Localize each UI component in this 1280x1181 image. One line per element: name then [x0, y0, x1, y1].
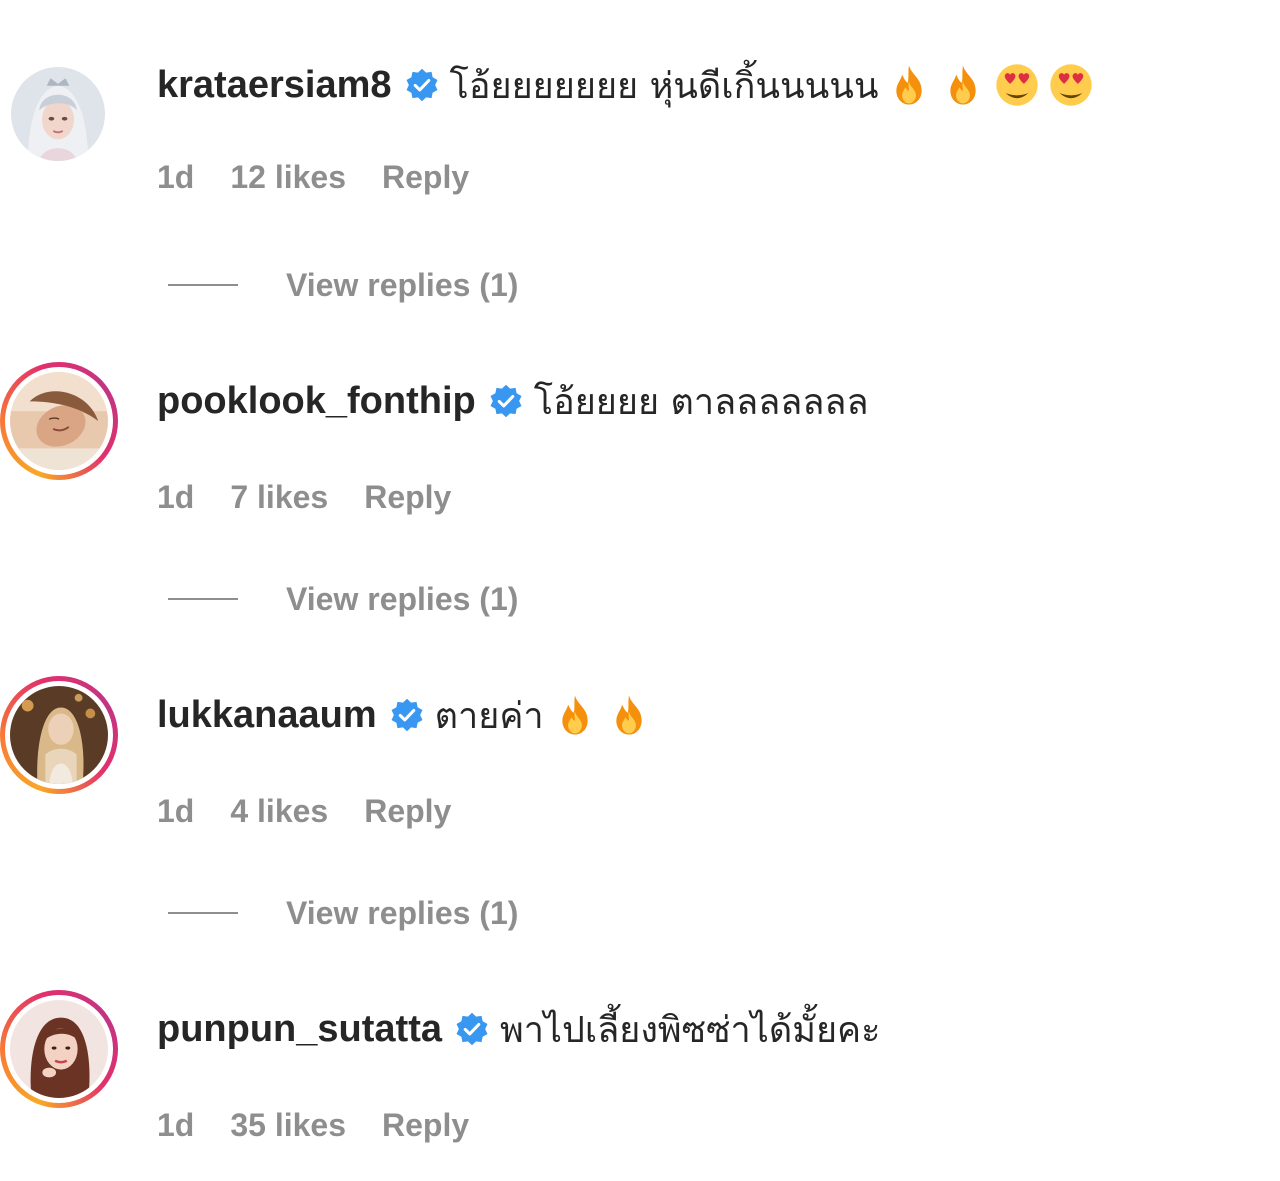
likes-count[interactable]: 7 likes [230, 479, 328, 516]
comment-text: โอ้ยยยยยยย หุ่นดีเกิ้นนนนน [449, 65, 879, 107]
view-replies-divider [168, 912, 238, 914]
comment-item: lukkanaaum ตายค่า 1d 4 likes Reply [0, 676, 1280, 829]
reply-button[interactable]: Reply [364, 479, 451, 516]
comment-time: 1d [157, 1106, 195, 1143]
avatar[interactable] [0, 362, 118, 480]
heart-eyes-emoji-icon [1048, 62, 1094, 108]
fire-emoji-icon [886, 62, 932, 108]
comment-item: krataersiam8 โอ้ยยยยยยย หุ่นดีเกิ้นนนนน … [0, 58, 1280, 195]
verified-badge-icon [488, 383, 524, 419]
avatar-image [11, 67, 105, 161]
comment-text: ตายค่า [434, 695, 544, 737]
comment-item: pooklook_fonthip โอ้ยยยย ตาลลลลลลล 1d 7 … [0, 362, 1280, 515]
view-replies-label: View replies (1) [286, 580, 519, 617]
view-replies-divider [168, 598, 238, 600]
verified-badge-icon [389, 697, 425, 733]
likes-count[interactable]: 35 likes [230, 1107, 346, 1144]
avatar-image [10, 372, 108, 470]
heart-eyes-emoji-icon [994, 62, 1040, 108]
comment-time: 1d [157, 158, 195, 195]
comment-username[interactable]: krataersiam8 [157, 64, 392, 107]
view-replies-button[interactable]: View replies (1) [168, 892, 518, 934]
view-replies-label: View replies (1) [286, 894, 519, 931]
comment-username[interactable]: lukkanaaum [157, 694, 377, 737]
view-replies-divider [168, 284, 238, 286]
comment-username[interactable]: pooklook_fonthip [157, 380, 476, 423]
likes-count[interactable]: 4 likes [230, 793, 328, 830]
avatar-image [10, 686, 108, 784]
view-replies-label: View replies (1) [286, 266, 519, 303]
fire-emoji-icon [606, 692, 652, 738]
avatar[interactable] [0, 990, 118, 1108]
fire-emoji-icon [940, 62, 986, 108]
comment-username[interactable]: punpun_sutatta [157, 1008, 442, 1051]
comment-time: 1d [157, 792, 195, 829]
avatar-image [10, 1000, 108, 1098]
avatar[interactable] [0, 676, 118, 794]
avatar[interactable] [0, 58, 118, 176]
comment-text: พาไปเลี้ยงพิซซ่าได้มั้ยคะ [499, 1009, 881, 1051]
verified-badge-icon [404, 67, 440, 103]
likes-count[interactable]: 12 likes [230, 159, 346, 196]
reply-button[interactable]: Reply [382, 159, 469, 196]
reply-button[interactable]: Reply [364, 793, 451, 830]
verified-badge-icon [454, 1011, 490, 1047]
view-replies-button[interactable]: View replies (1) [168, 264, 518, 306]
view-replies-button[interactable]: View replies (1) [168, 578, 518, 620]
reply-button[interactable]: Reply [382, 1107, 469, 1144]
comment-time: 1d [157, 478, 195, 515]
comment-text: โอ้ยยยย ตาลลลลลลล [533, 381, 869, 423]
fire-emoji-icon [552, 692, 598, 738]
comment-item: punpun_sutatta พาไปเลี้ยงพิซซ่าได้มั้ยคะ… [0, 990, 1280, 1143]
